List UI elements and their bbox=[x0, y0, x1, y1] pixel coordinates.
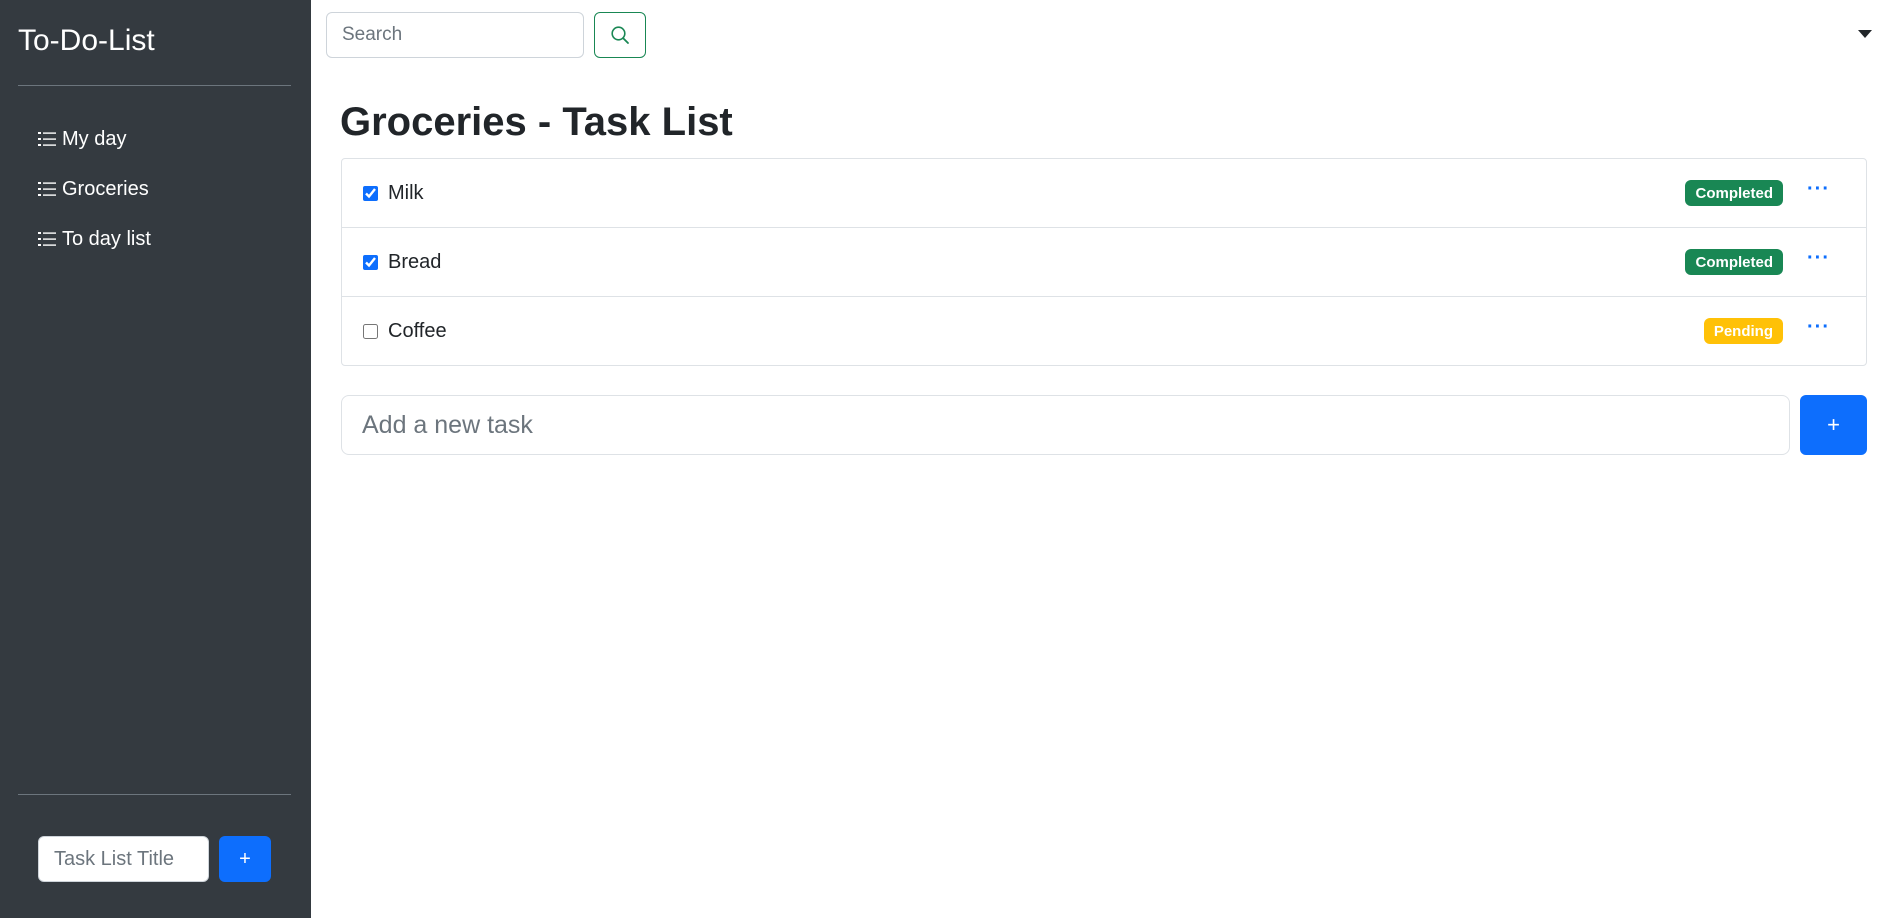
task-list: Milk Completed ··· Bread Completed ··· C… bbox=[341, 158, 1867, 366]
sidebar-item-to-day-list[interactable]: To day list bbox=[38, 214, 151, 264]
more-options-icon[interactable]: ··· bbox=[1807, 248, 1830, 268]
search-icon bbox=[611, 26, 629, 44]
sidebar-item-label: To day list bbox=[62, 227, 151, 250]
task-checkbox[interactable] bbox=[363, 185, 378, 201]
task-name: Coffee bbox=[388, 319, 447, 342]
task-name: Bread bbox=[388, 250, 442, 273]
status-badge: Completed bbox=[1685, 249, 1783, 275]
add-task-list-button[interactable]: + bbox=[219, 836, 271, 882]
task-item: Milk Completed ··· bbox=[342, 159, 1866, 227]
sidebar-item-my-day[interactable]: My day bbox=[38, 114, 151, 164]
new-task-list-form: + bbox=[38, 836, 271, 882]
list-task-icon bbox=[38, 182, 56, 196]
new-task-input[interactable] bbox=[341, 395, 1790, 455]
app-brand: To-Do-List bbox=[18, 24, 155, 57]
search-input[interactable] bbox=[326, 12, 584, 58]
sidebar-divider bbox=[18, 85, 291, 86]
sidebar: To-Do-List My day Groceries To day list … bbox=[0, 0, 311, 918]
task-name: Milk bbox=[388, 181, 424, 204]
search-button[interactable] bbox=[594, 12, 646, 58]
task-item: Coffee Pending ··· bbox=[342, 296, 1866, 365]
list-task-icon bbox=[38, 132, 56, 146]
sidebar-item-label: Groceries bbox=[62, 177, 149, 200]
sidebar-item-label: My day bbox=[62, 127, 127, 150]
list-task-icon bbox=[38, 232, 56, 246]
task-checkbox[interactable] bbox=[363, 323, 378, 339]
sidebar-item-groceries[interactable]: Groceries bbox=[38, 164, 151, 214]
more-options-icon[interactable]: ··· bbox=[1807, 179, 1830, 199]
task-list-nav: My day Groceries To day list bbox=[38, 114, 151, 264]
sidebar-divider bbox=[18, 794, 291, 795]
add-task-button[interactable]: + bbox=[1800, 395, 1867, 455]
status-badge: Completed bbox=[1685, 180, 1783, 206]
more-options-icon[interactable]: ··· bbox=[1807, 317, 1830, 337]
task-item: Bread Completed ··· bbox=[342, 227, 1866, 296]
caret-down-icon[interactable] bbox=[1858, 30, 1872, 38]
status-badge: Pending bbox=[1703, 318, 1783, 344]
page-title: Groceries - Task List bbox=[340, 100, 733, 144]
task-checkbox[interactable] bbox=[363, 254, 378, 270]
task-list-title-input[interactable] bbox=[38, 836, 209, 882]
